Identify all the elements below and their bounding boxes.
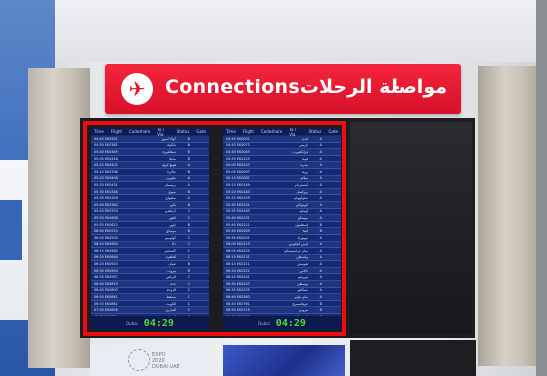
terminal-scene: ✈ Connections - مواصلة الرحلات Time Flig… [0, 0, 547, 376]
blank-display [350, 122, 472, 334]
expo-logo-icon [128, 349, 150, 371]
sign-title-ar: مواصلة الرحلات [299, 76, 447, 98]
highlight-frame [83, 121, 346, 336]
wall-stripe [0, 200, 22, 260]
sign-title-en: Connections [165, 76, 300, 98]
blue-ad-screen [223, 345, 345, 376]
expo-line3: DUBAI UAE [152, 364, 180, 370]
stone-pillar-right [478, 66, 536, 366]
airplane-icon: ✈ [121, 73, 153, 105]
expo-text: EXPO 2020 DUBAI UAE [152, 352, 180, 370]
connections-sign: ✈ Connections - مواصلة الرحلات [105, 64, 461, 114]
expo-ad-screen: EXPO 2020 DUBAI UAE [90, 345, 210, 376]
right-edge-column [536, 0, 547, 376]
ceiling [0, 0, 547, 62]
dark-ad-screen [350, 340, 476, 376]
